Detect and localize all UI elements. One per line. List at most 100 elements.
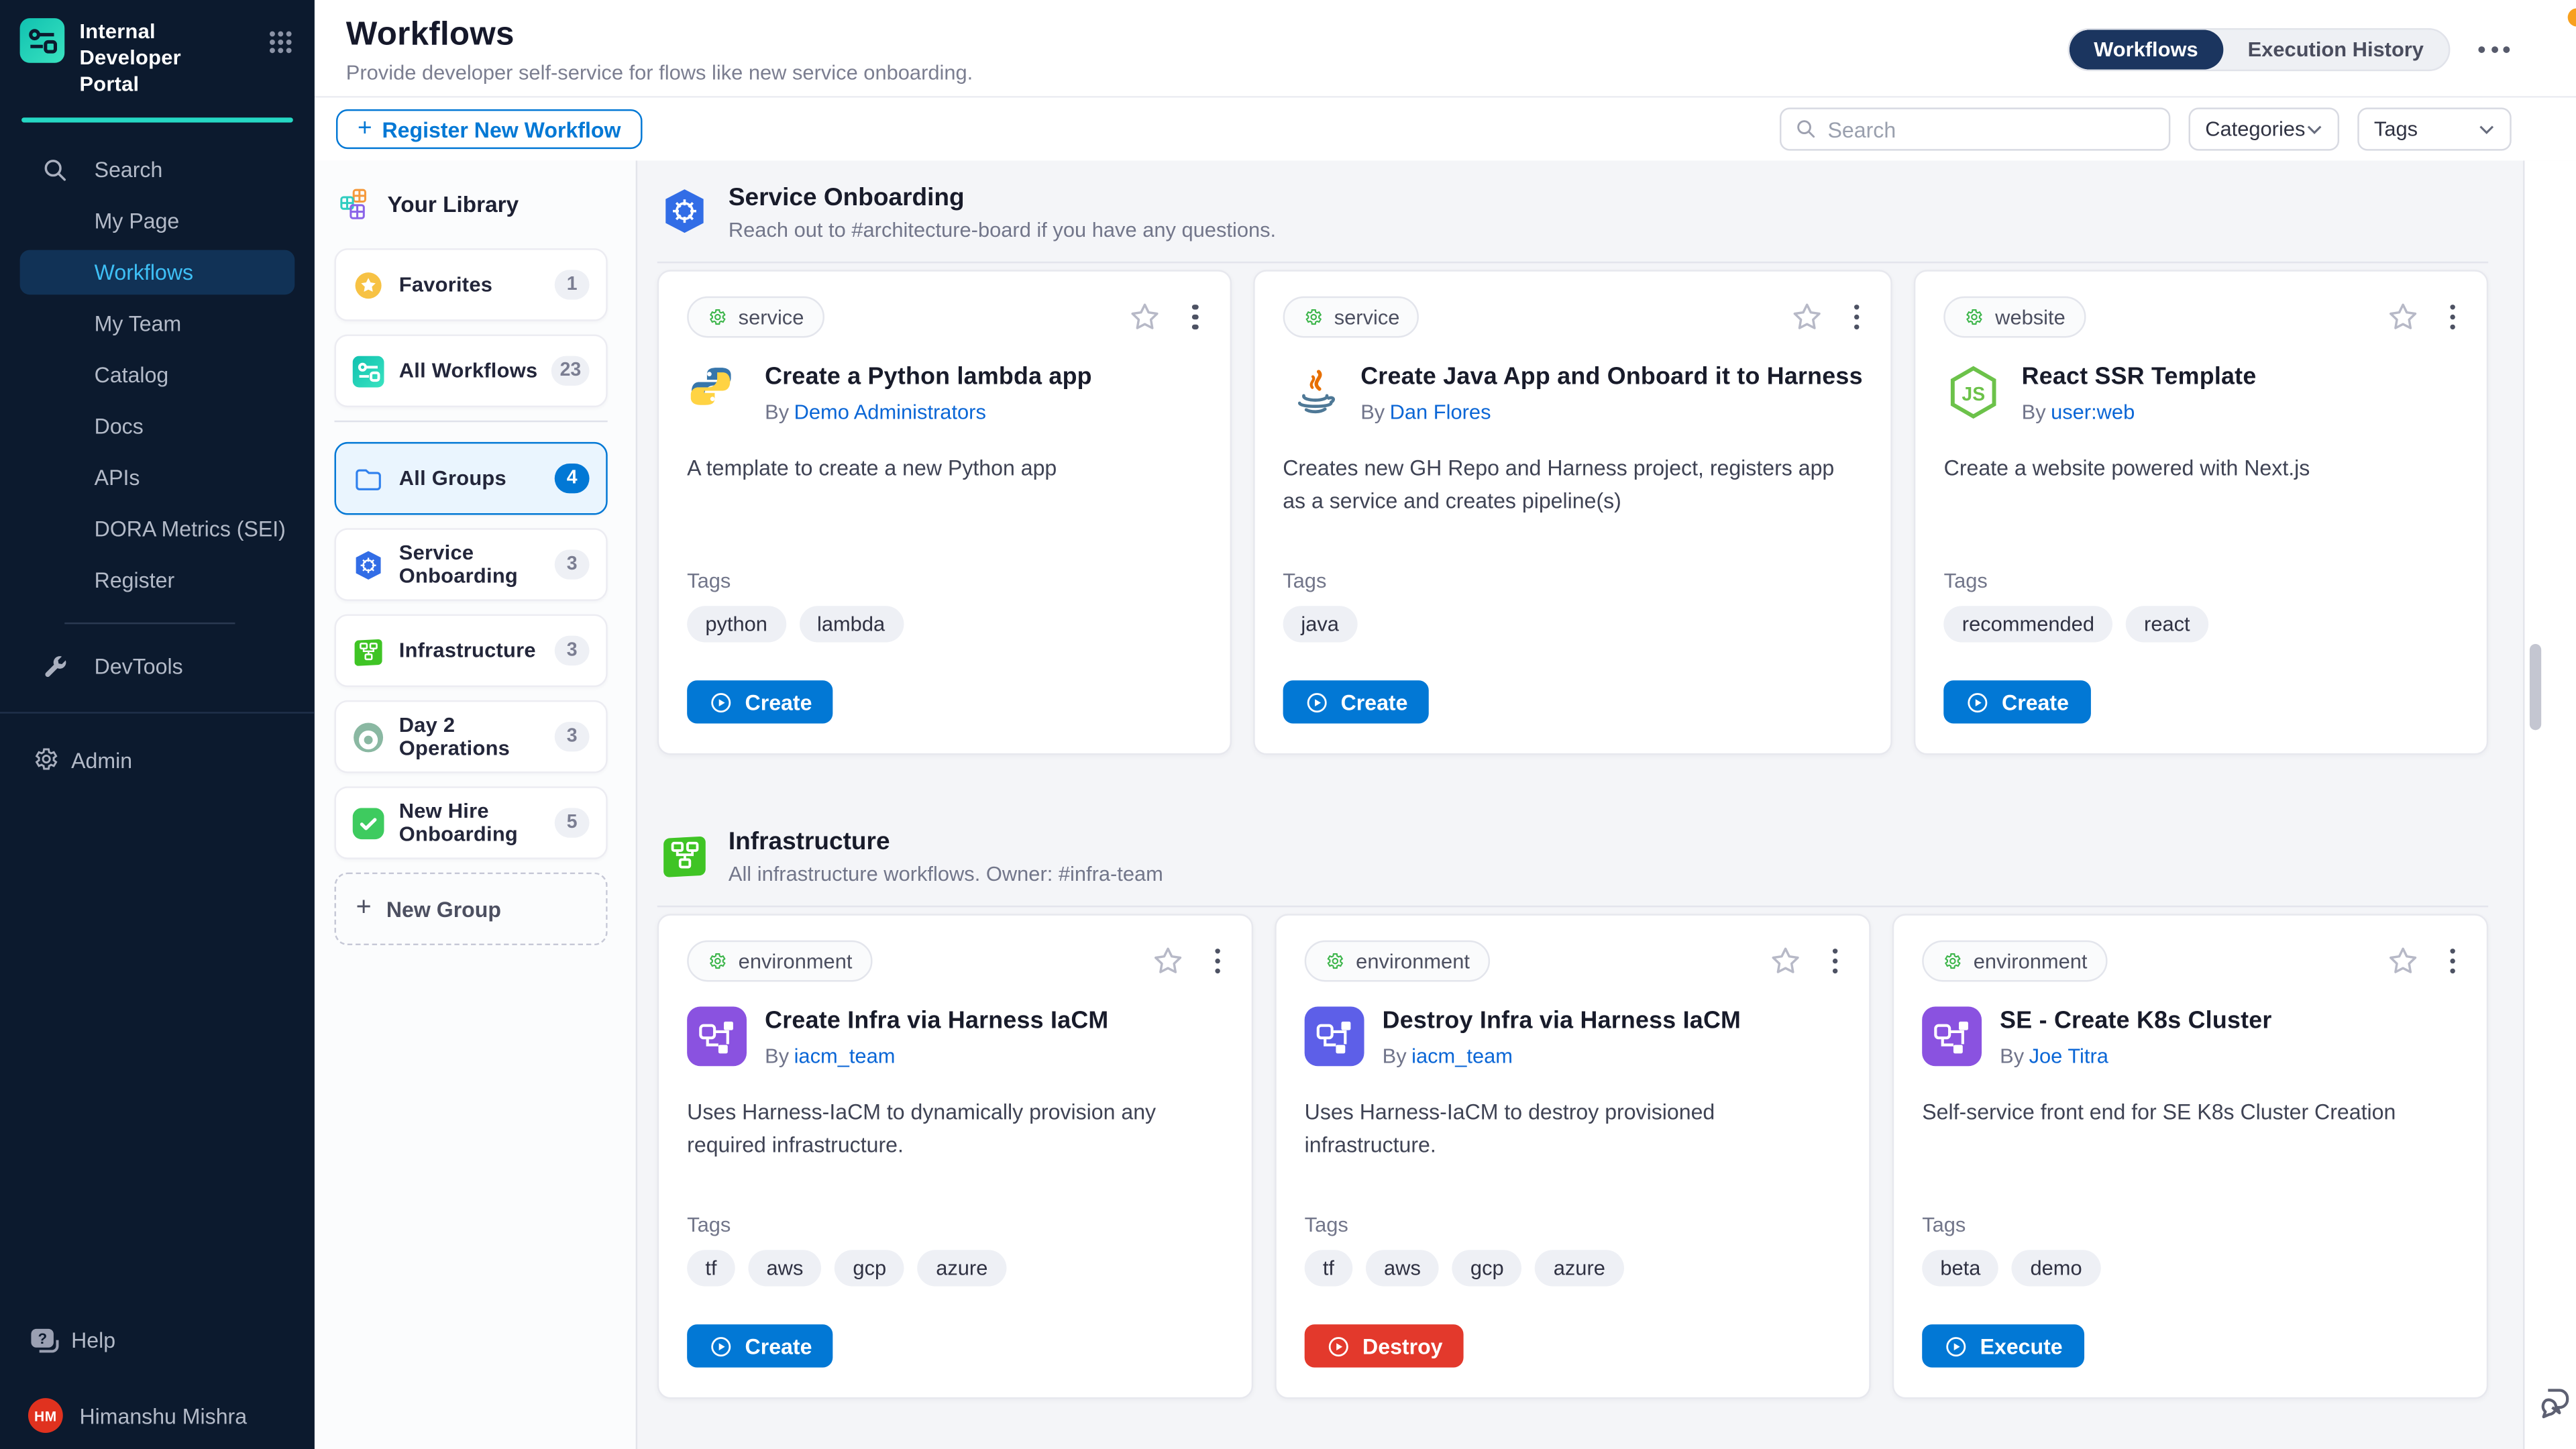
search-icon [1794,117,1818,141]
category-pill[interactable]: service [1283,297,1419,338]
sidebar-item-my-team[interactable]: My Team [0,298,315,350]
card-byline: Byiacm_team [765,1045,1108,1069]
gear-icon [1964,307,1985,328]
search-icon [42,156,70,184]
tag-chip: recommended [1944,606,2112,643]
card-menu-button[interactable] [2446,945,2459,977]
card-menu-button[interactable] [1189,301,1202,333]
sidebar-item-devtools[interactable]: DevTools [0,641,315,692]
flowchart-logo [1922,1006,1982,1066]
category-pill[interactable]: website [1944,297,2086,338]
owner-link[interactable]: Joe Titra [2029,1045,2108,1069]
favorite-star-icon[interactable] [1789,300,1824,335]
card-menu-button[interactable] [1829,945,1841,977]
scrollbar-thumb[interactable] [2530,644,2541,730]
category-pill[interactable]: environment [687,941,872,982]
library-item-all-workflows[interactable]: All Workflows 23 [335,335,608,408]
tag-chip: azure [1536,1250,1623,1287]
app-grid-icon[interactable] [268,30,293,54]
destroy-button[interactable]: Destroy [1305,1324,1464,1367]
category-pill[interactable]: environment [1305,941,1490,982]
sidebar-item-admin[interactable]: Admin [0,733,315,786]
sidebar-item-help[interactable]: Help [0,1313,315,1366]
gear-icon [1942,951,1964,972]
search-input[interactable] [1828,117,2156,142]
execute-button[interactable]: Execute [1922,1324,2084,1367]
tag-chip: tf [687,1250,735,1287]
avatar: HM [28,1398,63,1433]
category-pill[interactable]: service [687,297,824,338]
card-menu-button[interactable] [1850,301,1863,333]
sidebar-item-docs[interactable]: Docs [0,400,315,452]
sidebar-item-my-page[interactable]: My Page [0,195,315,247]
sidebar-divider [64,623,235,624]
infrastructure-icon [661,831,709,879]
python-logo [687,362,747,422]
main-area: Workflows Provide developer self-service… [315,0,2576,1449]
infrastructure-icon [353,635,384,666]
card-description: Create a website powered with Next.js [1944,452,2459,555]
tab-workflows[interactable]: Workflows [2069,30,2222,69]
tag-chip: aws [1366,1250,1439,1287]
create-button[interactable]: Create [687,1324,833,1367]
owner-link[interactable]: Demo Administrators [794,401,986,425]
tab-execution-history[interactable]: Execution History [2223,30,2449,69]
chat-feedback-button[interactable] [2533,1384,2571,1419]
card-description: A template to create a new Python app [687,452,1201,555]
count-badge: 3 [555,636,590,665]
scroll-gutter [2523,160,2576,1449]
library-item-service-onboarding[interactable]: Service Onboarding 3 [335,528,608,601]
create-button[interactable]: Create [1283,680,1429,723]
owner-link[interactable]: iacm_team [1411,1045,1513,1069]
library-item-all-groups[interactable]: All Groups 4 [335,442,608,515]
kubernetes-icon [353,549,384,580]
favorite-star-icon[interactable] [2385,944,2420,979]
create-button[interactable]: Create [687,680,833,723]
register-new-workflow-button[interactable]: + Register New Workflow [336,109,643,149]
favorite-star-icon[interactable] [1150,944,1185,979]
sidebar-item-register[interactable]: Register [0,555,315,606]
plus-icon: + [358,114,372,142]
more-options-button[interactable] [2478,46,2510,53]
play-icon [708,690,733,714]
user-menu[interactable]: HM Himanshu Mishra [0,1387,315,1444]
workflow-card-java-app: service Create Java App and Onboard it t… [1253,270,1892,755]
card-menu-button[interactable] [1211,945,1224,977]
workflow-card-destroy-infra: environment Destroy Infra via Harness Ia… [1275,914,1870,1399]
chevron-down-icon [2478,123,2495,135]
tag-chip: java [1283,606,1357,643]
favorite-star-icon[interactable] [1767,944,1802,979]
card-row: environment Create Infra via Harness IaC… [657,914,2488,1399]
sidebar-item-apis[interactable]: APIs [0,452,315,504]
library-item-new-hire-onboarding[interactable]: New Hire Onboarding 5 [335,786,608,859]
page-header: Workflows Provide developer self-service… [315,0,2576,98]
tags-dropdown[interactable]: Tags [2357,107,2512,150]
flowchart-logo [1305,1006,1364,1066]
library-item-infrastructure[interactable]: Infrastructure 3 [335,614,608,688]
card-menu-button[interactable] [2446,301,2459,333]
owner-link[interactable]: iacm_team [794,1045,896,1069]
owner-link[interactable]: Dan Flores [1390,401,1491,425]
count-badge: 23 [551,356,589,386]
new-group-button[interactable]: + New Group [335,873,608,946]
category-pill[interactable]: environment [1922,941,2107,982]
count-badge: 3 [555,722,590,751]
favorite-star-icon[interactable] [2385,300,2420,335]
sidebar-item-catalog[interactable]: Catalog [0,350,315,401]
create-button[interactable]: Create [1944,680,2090,723]
library-item-favorites[interactable]: Favorites 1 [335,248,608,321]
tag-chip: aws [748,1250,821,1287]
sidebar-nav: Search My Page Workflows My Team Catalog… [0,123,315,787]
sidebar-item-dora-metrics[interactable]: DORA Metrics (SEI) [0,503,315,555]
sidebar-item-search[interactable]: Search [0,144,315,196]
workflow-card-se-k8s-cluster: environment SE - Create K8s Cluster [1892,914,2488,1399]
sidebar-item-workflows[interactable]: Workflows [20,250,295,295]
section-divider [657,906,2488,907]
categories-dropdown[interactable]: Categories [2189,107,2340,150]
workflow-card-create-infra: environment Create Infra via Harness IaC… [657,914,1253,1399]
library-item-day2-operations[interactable]: Day 2 Operations 3 [335,700,608,773]
gear-icon [32,744,63,775]
app-logo-icon[interactable] [20,18,65,63]
favorite-star-icon[interactable] [1128,300,1163,335]
owner-link[interactable]: user:web [2051,401,2135,425]
